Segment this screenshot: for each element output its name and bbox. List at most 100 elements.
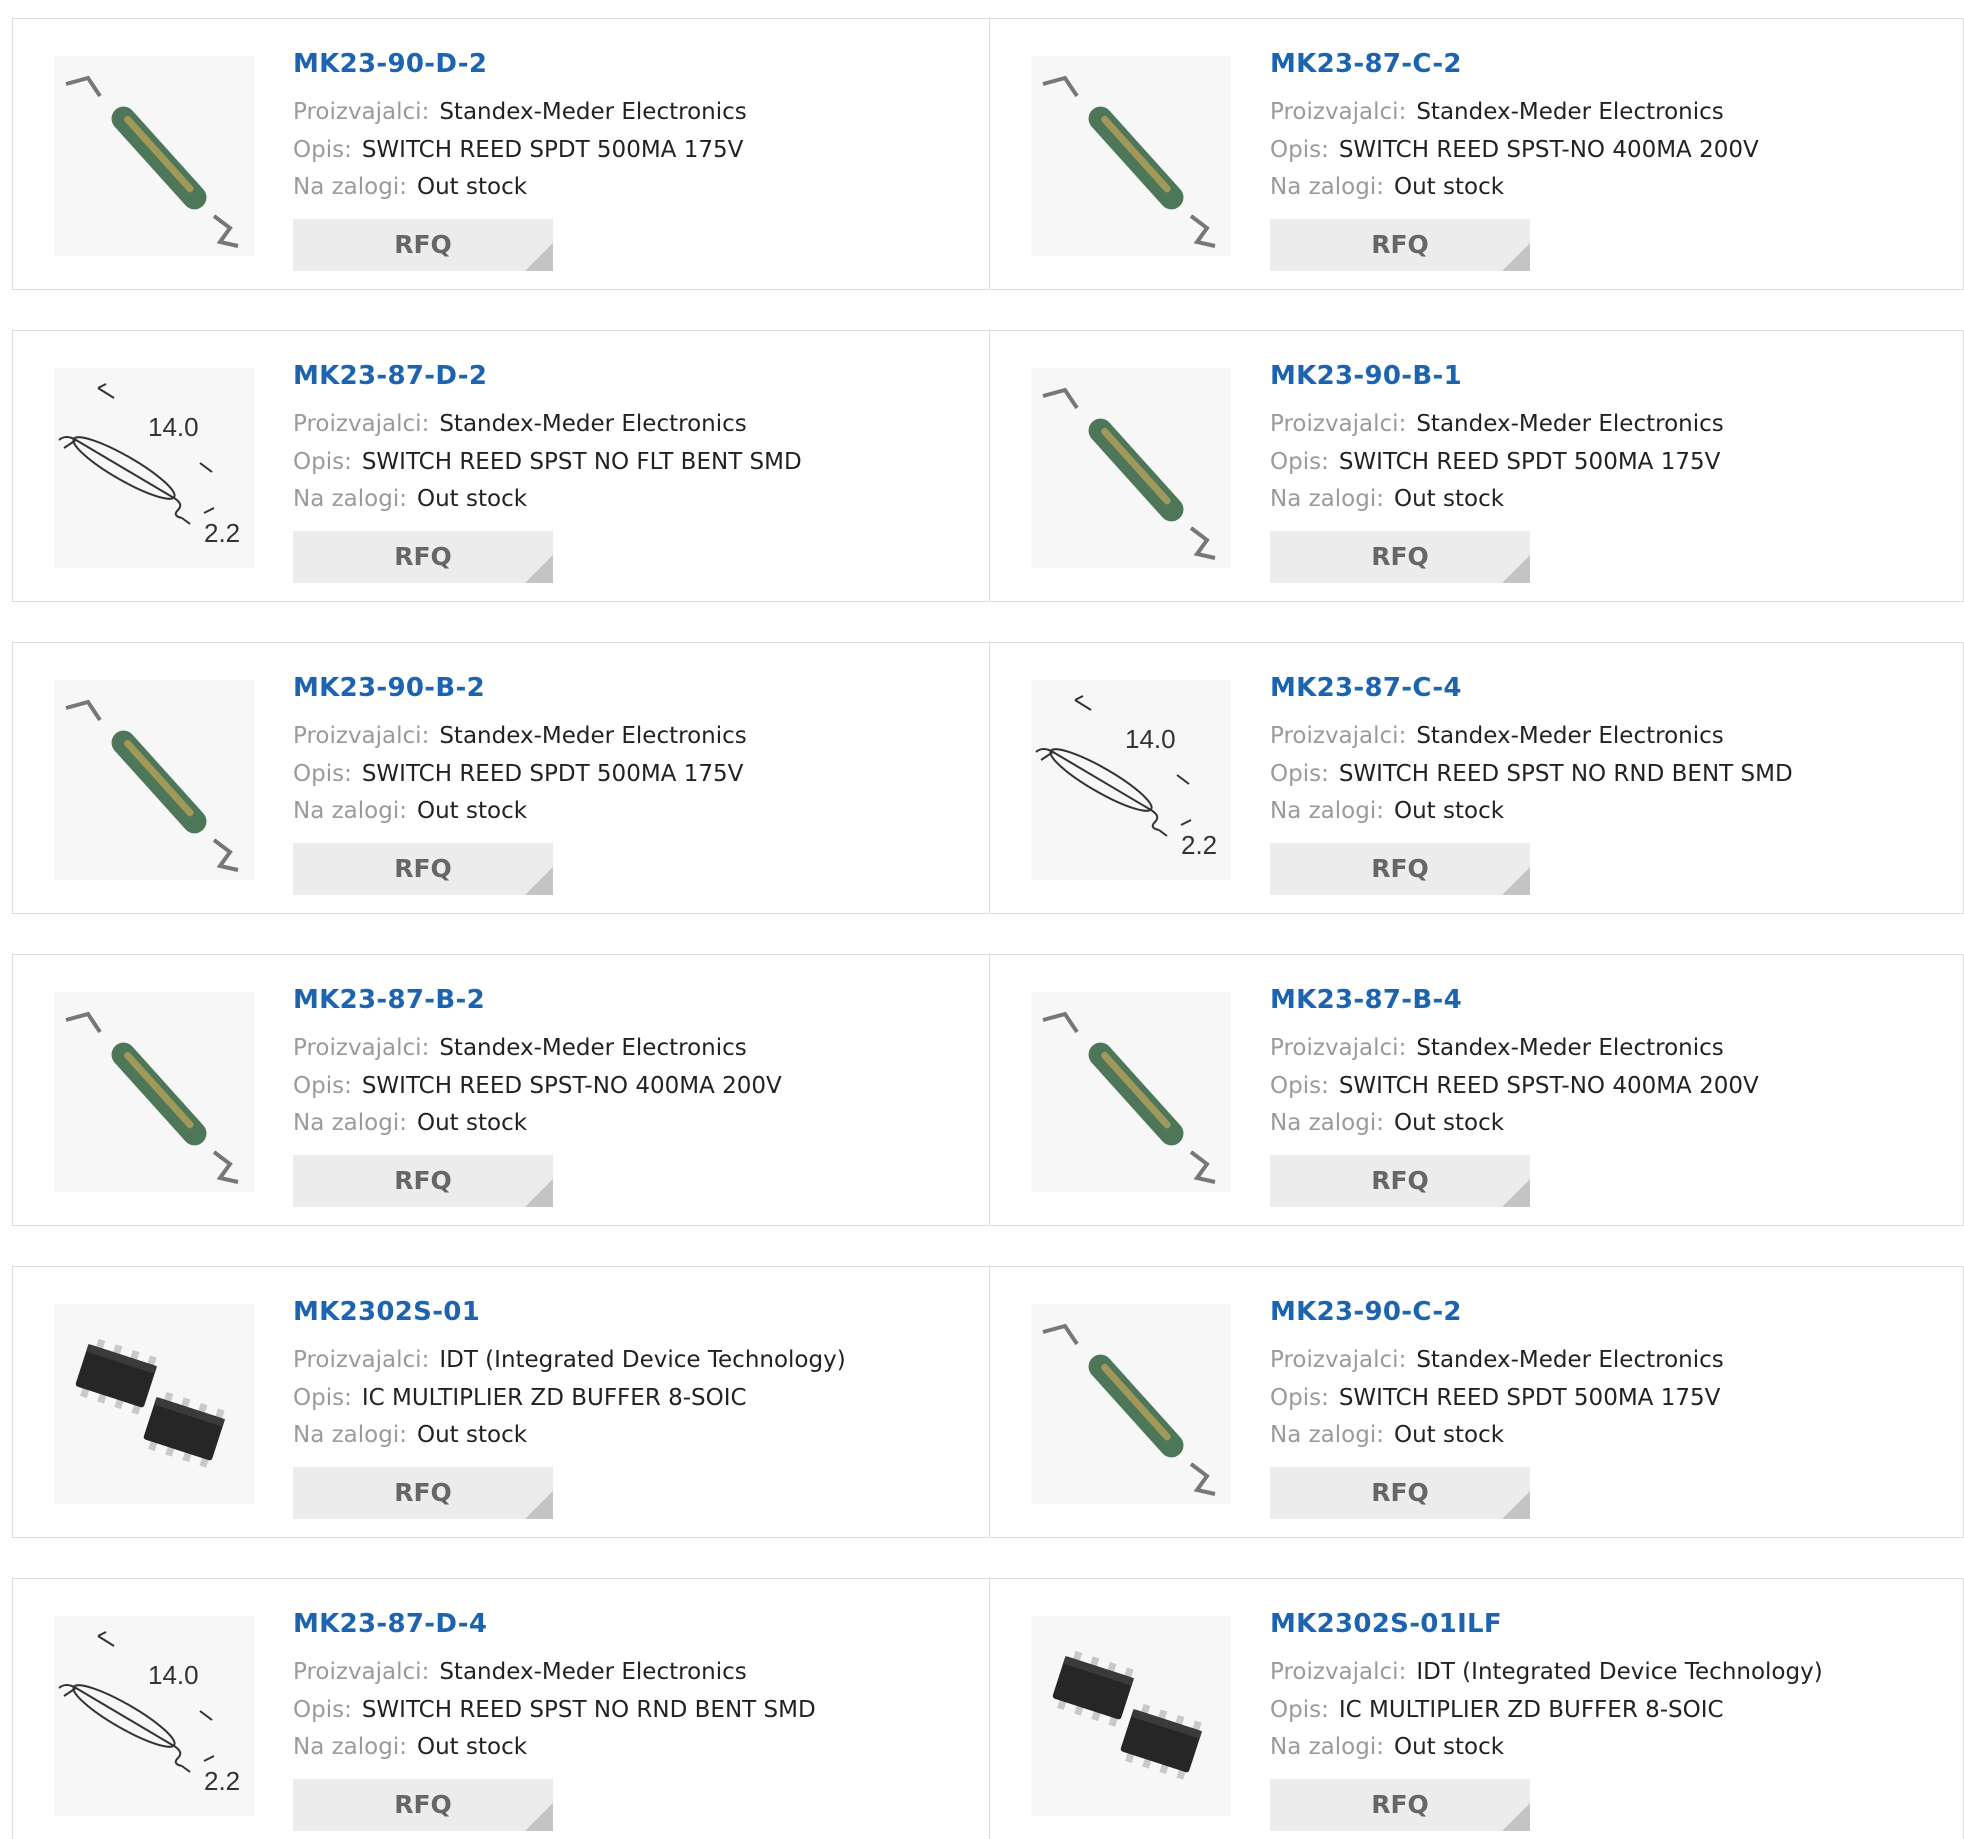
product-card: 14.0 2.2 MK23-87-D-4 Proizvajalci: Stande… xyxy=(13,1579,990,1839)
part-number-link[interactable]: MK23-90-D-2 xyxy=(293,49,487,79)
description-row: Opis: SWITCH REED SPST NO RND BENT SMD xyxy=(293,1697,816,1723)
part-number-link[interactable]: MK23-87-D-4 xyxy=(293,1609,487,1639)
product-card: 14.0 2.2 MK23-87-D-2 Proizvajalci: Stande… xyxy=(13,331,990,601)
product-card: MK23-90-B-1 Proizvajalci: Standex-Meder E… xyxy=(990,331,1964,601)
description-value: SWITCH REED SPDT 500MA 175V xyxy=(361,137,744,163)
stock-label: Na zalogi: xyxy=(1270,486,1384,512)
stock-value: Out stock xyxy=(416,486,528,512)
rfq-button[interactable]: RFQ xyxy=(1270,531,1530,583)
description-label: Opis: xyxy=(1270,1385,1329,1411)
manufacturer-row: Proizvajalci: Standex-Meder Electronics xyxy=(293,723,747,749)
manufacturer-value: Standex-Meder Electronics xyxy=(1416,411,1724,437)
product-image[interactable] xyxy=(1031,1616,1231,1816)
stock-label: Na zalogi: xyxy=(293,798,407,824)
dimension-label: 14.0 xyxy=(148,1660,199,1690)
part-number-link[interactable]: MK23-90-B-2 xyxy=(293,673,485,703)
stock-value: Out stock xyxy=(416,1422,528,1448)
rfq-button[interactable]: RFQ xyxy=(1270,843,1530,895)
part-number-link[interactable]: MK23-87-B-4 xyxy=(1270,985,1462,1015)
part-number-link[interactable]: MK23-87-B-2 xyxy=(293,985,485,1015)
stock-value: Out stock xyxy=(1393,1110,1505,1136)
button-corner xyxy=(1502,1179,1530,1207)
product-card: MK23-87-B-2 Proizvajalci: Standex-Meder E… xyxy=(13,955,990,1225)
stock-row: Na zalogi: Out stock xyxy=(1270,1422,1504,1448)
manufacturer-label: Proizvajalci: xyxy=(1270,1347,1407,1373)
rfq-button[interactable]: RFQ xyxy=(293,1155,553,1207)
manufacturer-label: Proizvajalci: xyxy=(1270,1035,1407,1061)
button-corner xyxy=(525,1179,553,1207)
rfq-button[interactable]: RFQ xyxy=(293,219,553,271)
manufacturer-row: Proizvajalci: Standex-Meder Electronics xyxy=(1270,723,1724,749)
rfq-label: RFQ xyxy=(394,1790,452,1819)
manufacturer-value: Standex-Meder Electronics xyxy=(1416,99,1724,125)
button-corner xyxy=(1502,1491,1530,1519)
rfq-button[interactable]: RFQ xyxy=(293,1467,553,1519)
description-label: Opis: xyxy=(293,137,352,163)
rfq-button[interactable]: RFQ xyxy=(1270,219,1530,271)
part-number-link[interactable]: MK2302S-01 xyxy=(293,1297,480,1327)
manufacturer-label: Proizvajalci: xyxy=(293,1659,430,1685)
manufacturer-value: Standex-Meder Electronics xyxy=(439,411,747,437)
product-image[interactable] xyxy=(1031,368,1231,568)
stock-value: Out stock xyxy=(1393,1422,1505,1448)
description-value: SWITCH REED SPDT 500MA 175V xyxy=(1338,1385,1721,1411)
description-row: Opis: SWITCH REED SPDT 500MA 175V xyxy=(293,761,743,787)
rfq-label: RFQ xyxy=(394,854,452,883)
product-image[interactable] xyxy=(1031,1304,1231,1504)
rfq-button[interactable]: RFQ xyxy=(293,1779,553,1831)
description-value: SWITCH REED SPST-NO 400MA 200V xyxy=(1338,1073,1759,1099)
product-image[interactable] xyxy=(54,992,254,1192)
reed-switch-icon xyxy=(65,1011,239,1184)
product-image[interactable] xyxy=(1031,992,1231,1192)
reed-switch-icon xyxy=(1042,387,1216,560)
soic-chip-icon xyxy=(1052,1650,1203,1780)
rfq-button[interactable]: RFQ xyxy=(1270,1467,1530,1519)
product-image[interactable] xyxy=(1031,56,1231,256)
description-value: SWITCH REED SPST NO FLT BENT SMD xyxy=(361,449,802,475)
stock-row: Na zalogi: Out stock xyxy=(1270,1734,1504,1760)
part-number-link[interactable]: MK2302S-01ILF xyxy=(1270,1609,1502,1639)
button-corner xyxy=(1502,867,1530,895)
product-row: MK23-90-B-2 Proizvajalci: Standex-Meder E… xyxy=(12,642,1964,914)
part-number-link[interactable]: MK23-87-C-4 xyxy=(1270,673,1462,703)
reed-switch-icon xyxy=(1042,75,1216,248)
description-row: Opis: SWITCH REED SPDT 500MA 175V xyxy=(1270,449,1720,475)
button-corner xyxy=(1502,243,1530,271)
part-number-link[interactable]: MK23-87-D-2 xyxy=(293,361,487,391)
manufacturer-label: Proizvajalci: xyxy=(293,1347,430,1373)
product-row: MK23-90-D-2 Proizvajalci: Standex-Meder E… xyxy=(12,18,1964,290)
stock-row: Na zalogi: Out stock xyxy=(293,174,527,200)
product-card: MK23-90-D-2 Proizvajalci: Standex-Meder E… xyxy=(13,19,990,289)
manufacturer-label: Proizvajalci: xyxy=(293,1035,430,1061)
manufacturer-row: Proizvajalci: Standex-Meder Electronics xyxy=(293,1659,747,1685)
rfq-button[interactable]: RFQ xyxy=(1270,1779,1530,1831)
manufacturer-row: Proizvajalci: Standex-Meder Electronics xyxy=(1270,1035,1724,1061)
manufacturer-row: Proizvajalci: IDT (Integrated Device Tech… xyxy=(1270,1659,1823,1685)
product-image[interactable]: 14.0 2.2 xyxy=(1031,680,1231,880)
rfq-button[interactable]: RFQ xyxy=(293,531,553,583)
stock-label: Na zalogi: xyxy=(1270,1110,1384,1136)
product-image[interactable]: 14.0 2.2 xyxy=(54,1616,254,1816)
rfq-button[interactable]: RFQ xyxy=(293,843,553,895)
description-value: SWITCH REED SPST NO RND BENT SMD xyxy=(361,1697,816,1723)
description-label: Opis: xyxy=(1270,1697,1329,1723)
stock-row: Na zalogi: Out stock xyxy=(293,1110,527,1136)
manufacturer-value: IDT (Integrated Device Technology) xyxy=(1416,1659,1823,1685)
manufacturer-label: Proizvajalci: xyxy=(1270,411,1407,437)
product-image[interactable] xyxy=(54,680,254,880)
dimension-label: 2.2 xyxy=(204,518,241,548)
description-value: SWITCH REED SPDT 500MA 175V xyxy=(1338,449,1721,475)
rfq-button[interactable]: RFQ xyxy=(1270,1155,1530,1207)
product-image[interactable] xyxy=(54,1304,254,1504)
part-number-link[interactable]: MK23-87-C-2 xyxy=(1270,49,1462,79)
product-image[interactable] xyxy=(54,56,254,256)
part-number-link[interactable]: MK23-90-C-2 xyxy=(1270,1297,1462,1327)
manufacturer-label: Proizvajalci: xyxy=(1270,723,1407,749)
product-image[interactable]: 14.0 2.2 xyxy=(54,368,254,568)
stock-row: Na zalogi: Out stock xyxy=(293,1422,527,1448)
product-row: 14.0 2.2 MK23-87-D-2 Proizvajalci: Stande… xyxy=(12,330,1964,602)
part-number-link[interactable]: MK23-90-B-1 xyxy=(1270,361,1462,391)
stock-value: Out stock xyxy=(416,1110,528,1136)
stock-value: Out stock xyxy=(416,174,528,200)
manufacturer-row: Proizvajalci: Standex-Meder Electronics xyxy=(293,411,747,437)
